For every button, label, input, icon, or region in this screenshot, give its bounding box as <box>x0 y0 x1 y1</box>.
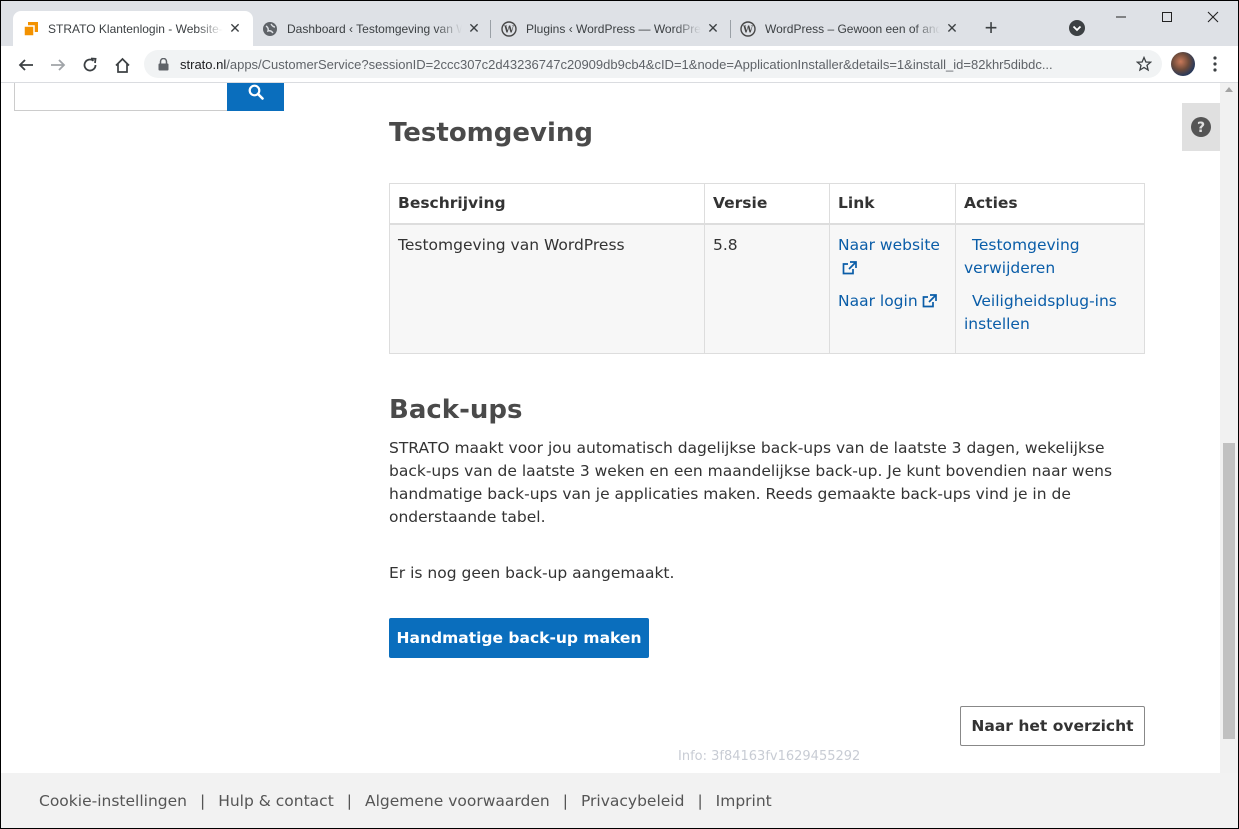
table-row: Testomgeving van WordPress 5.8 Naar webs… <box>389 223 1145 354</box>
search-icon <box>248 84 264 100</box>
footer-link-privacy[interactable]: Privacybeleid <box>581 792 684 810</box>
website-link-label: Naar website <box>838 235 940 254</box>
tab-strip: STRATO Klantenlogin - Website-a ✕ Dashbo… <box>1 1 1238 46</box>
footer-separator: | <box>562 791 568 810</box>
tab-strato[interactable]: STRATO Klantenlogin - Website-a ✕ <box>13 11 253 46</box>
footer-separator: | <box>199 791 206 810</box>
site-search <box>14 83 284 111</box>
tab-plugins[interactable]: W Plugins ‹ WordPress — WordPres ✕ <box>491 11 731 46</box>
footer-link-imprint[interactable]: Imprint <box>716 792 772 810</box>
svg-text:W: W <box>503 25 515 35</box>
question-icon: ? <box>1191 117 1211 137</box>
page-viewport: ? Testomgeving Beschrijving Versie Link … <box>1 83 1238 828</box>
backups-description: STRATO maakt voor jou automatisch dageli… <box>389 439 1113 526</box>
close-icon[interactable]: ✕ <box>944 20 960 37</box>
wordpress-icon: W <box>740 20 756 37</box>
cell-actions: Testomgeving verwijderen Veiligheidsplug… <box>955 223 1145 354</box>
wordpress-icon: W <box>501 20 517 37</box>
website-link[interactable]: Naar website <box>838 234 947 280</box>
scroll-up-arrow-icon[interactable] <box>1225 87 1233 92</box>
security-plugins-link[interactable]: Veiligheidsplug-ins instellen <box>964 290 1136 336</box>
create-backup-button[interactable]: Handmatige back-up maken <box>389 618 649 658</box>
url-path: /apps/CustomerService?sessionID=2ccc307c… <box>226 56 1053 72</box>
application-table: Beschrijving Versie Link Acties Testomge… <box>389 183 1145 354</box>
help-button[interactable]: ? <box>1182 103 1220 151</box>
scrollbar-thumb[interactable] <box>1223 443 1235 739</box>
column-header: Link <box>829 183 956 225</box>
login-link[interactable]: Naar login <box>838 290 947 313</box>
external-link-icon <box>842 260 857 274</box>
footer-link-help[interactable]: Hulp & contact <box>218 792 334 810</box>
tab-wordpress[interactable]: W WordPress – Gewoon een of and ✕ <box>730 11 970 46</box>
footer-link-terms[interactable]: Algemene voorwaarden <box>365 792 550 810</box>
login-link-label: Naar login <box>838 291 918 310</box>
table-header-row: Beschrijving Versie Link Acties <box>389 183 1145 225</box>
window-close-icon[interactable] <box>1201 5 1225 29</box>
backups-heading: Back-ups <box>389 395 523 425</box>
maximize-icon[interactable] <box>1155 5 1179 29</box>
column-header: Acties <box>955 183 1145 225</box>
scrollbar[interactable] <box>1220 83 1238 773</box>
menu-icon[interactable] <box>1205 52 1225 76</box>
minimize-icon[interactable] <box>1109 5 1133 29</box>
column-header: Versie <box>704 183 830 225</box>
footer-link-cookies[interactable]: Cookie-instellingen <box>39 792 187 810</box>
globe-icon <box>262 21 278 37</box>
delete-testenv-link[interactable]: Testomgeving verwijderen <box>964 234 1136 280</box>
address-bar[interactable]: strato.nl/apps/CustomerService?sessionID… <box>144 50 1162 78</box>
page-footer: Cookie-instellingen | Hulp & contact | A… <box>1 773 1238 828</box>
url-host: strato.nl <box>180 56 227 72</box>
svg-text:?: ? <box>1197 120 1205 136</box>
tab-search-icon[interactable] <box>1067 18 1087 38</box>
url-text[interactable]: strato.nl/apps/CustomerService?sessionID… <box>180 57 1120 72</box>
browser-toolbar: strato.nl/apps/CustomerService?sessionID… <box>1 46 1238 83</box>
close-icon[interactable]: ✕ <box>227 20 243 37</box>
lock-icon[interactable] <box>156 57 170 71</box>
tab-title: Plugins ‹ WordPress — WordPres <box>526 21 701 36</box>
cell-links: Naar website Naar login <box>829 223 956 354</box>
search-input[interactable] <box>14 83 228 111</box>
search-button[interactable] <box>227 83 284 111</box>
close-icon[interactable]: ✕ <box>705 20 721 37</box>
close-icon[interactable]: ✕ <box>466 20 482 37</box>
no-backup-text: Er is nog geen back-up aangemaakt. <box>389 564 675 582</box>
footer-separator: | <box>697 791 703 810</box>
footer-separator: | <box>346 791 353 810</box>
column-header: Beschrijving <box>389 183 705 225</box>
forward-icon[interactable] <box>44 51 72 79</box>
tab-title: STRATO Klantenlogin - Website-a <box>48 21 223 36</box>
cell-version: 5.8 <box>704 223 830 354</box>
testomgeving-heading: Testomgeving <box>389 118 594 148</box>
bookmark-star-icon[interactable] <box>1136 56 1152 72</box>
new-tab-icon[interactable]: + <box>979 15 1003 40</box>
profile-avatar[interactable] <box>1171 52 1195 76</box>
strato-icon <box>23 21 39 37</box>
external-link-icon <box>922 293 937 307</box>
overview-button[interactable]: Naar het overzicht <box>960 706 1145 746</box>
tab-dashboard[interactable]: Dashboard ‹ Testomgeving van W ✕ <box>252 11 492 46</box>
home-icon[interactable] <box>108 51 136 79</box>
info-text: Info: 3f84163fv1629455292 <box>678 749 861 764</box>
cell-description: Testomgeving van WordPress <box>389 223 705 354</box>
tab-title: WordPress – Gewoon een of and <box>765 21 940 36</box>
browser-window: STRATO Klantenlogin - Website-a ✕ Dashbo… <box>0 0 1239 829</box>
tab-title: Dashboard ‹ Testomgeving van W <box>287 21 462 36</box>
back-icon[interactable] <box>12 51 40 79</box>
svg-text:W: W <box>742 25 754 35</box>
reload-icon[interactable] <box>76 51 104 79</box>
